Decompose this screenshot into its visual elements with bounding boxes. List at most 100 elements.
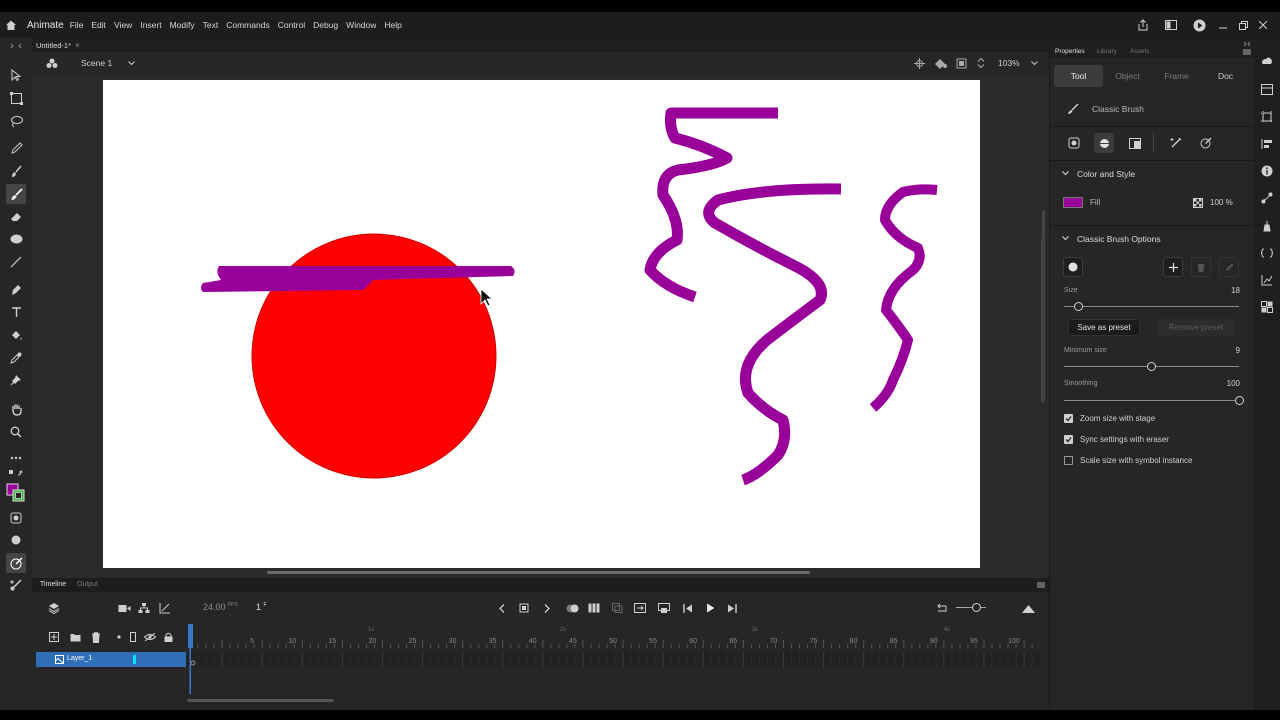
insert-keyframe-icon[interactable]	[517, 600, 531, 616]
color-swatches[interactable]	[6, 483, 26, 503]
sync-eraser-checkbox[interactable]	[1064, 435, 1073, 444]
timeline-scrollbar[interactable]	[187, 699, 334, 702]
info-icon[interactable]	[1258, 162, 1276, 180]
highlight-layer-icon[interactable]	[114, 631, 124, 643]
zoom-dropdown-icon[interactable]	[1030, 59, 1039, 68]
loop-icon[interactable]	[656, 600, 672, 616]
layers-icon[interactable]	[46, 600, 62, 616]
close-tab-icon[interactable]: ×	[75, 41, 80, 50]
brush-options-icon[interactable]	[6, 575, 26, 595]
min-size-value[interactable]: 9	[1200, 346, 1240, 355]
chevron-down-icon[interactable]	[127, 59, 136, 68]
frame-rate[interactable]: 24.00 FPS	[203, 602, 238, 612]
library-icon[interactable]	[1258, 80, 1276, 98]
home-icon[interactable]	[0, 12, 22, 38]
menu-window[interactable]: Window	[346, 20, 376, 30]
frame-ruler[interactable]: 5 10 15 20 25 30 35 40 45 50 55 60 65 70 75 80 85 90 95 100…	[188, 624, 1041, 648]
mountain-zoom-icon[interactable]	[1020, 600, 1036, 616]
fill-alpha[interactable]: 100 %	[1210, 198, 1252, 207]
parenting-icon[interactable]	[136, 600, 152, 616]
panel-collapse-icon[interactable]	[6, 39, 26, 53]
document-tab[interactable]: Untitled-1* ×	[36, 39, 80, 52]
brush-options-header[interactable]: Classic Brush Options	[1077, 234, 1161, 244]
save-preset-button[interactable]: Save as preset	[1068, 319, 1140, 336]
new-folder-icon[interactable]	[69, 631, 81, 643]
outline-layer-icon[interactable]	[128, 631, 138, 643]
next-keyframe-icon[interactable]	[540, 600, 554, 616]
brush-mode-icon[interactable]	[6, 553, 26, 573]
text-tool-icon[interactable]	[6, 302, 26, 322]
scale-size-checkbox[interactable]	[1064, 456, 1073, 465]
frame-options-icon[interactable]	[609, 600, 625, 616]
subtab-frame[interactable]: Frame	[1152, 65, 1201, 87]
smoothing-slider-knob[interactable]	[1234, 396, 1244, 405]
menu-modify[interactable]: Modify	[170, 20, 195, 30]
size-slider-knob[interactable]	[1073, 302, 1083, 311]
brush-shape-dropdown[interactable]	[1063, 257, 1083, 277]
onion-skin-icon[interactable]	[564, 600, 580, 616]
panel-scrollbar[interactable]	[1041, 238, 1044, 403]
brush-shape-icon[interactable]	[6, 530, 26, 550]
timeline-zoom-knob[interactable]	[972, 603, 981, 612]
selection-tool-icon[interactable]	[6, 65, 26, 85]
close-icon[interactable]	[1258, 16, 1268, 34]
edit-symbols-icon[interactable]	[933, 57, 947, 69]
tab-library[interactable]: Library	[1097, 48, 1117, 55]
menu-insert[interactable]: Insert	[140, 20, 161, 30]
transform-icon[interactable]	[1258, 108, 1276, 126]
pencil-tool-icon[interactable]	[6, 138, 26, 158]
delete-brush-shape-button[interactable]	[1191, 257, 1211, 277]
test-movie-icon[interactable]	[1190, 16, 1208, 34]
subtab-object[interactable]: Object	[1103, 65, 1152, 87]
frame-track[interactable]	[188, 652, 1041, 667]
delete-layer-icon[interactable]	[90, 631, 102, 643]
zoom-stepper-icon[interactable]	[975, 56, 987, 70]
line-tool-icon[interactable]	[6, 252, 26, 272]
create-tween-icon[interactable]	[632, 600, 648, 616]
tab-output[interactable]: Output	[77, 581, 98, 588]
previous-keyframe-icon[interactable]	[495, 600, 509, 616]
scene-name[interactable]: Scene 1	[81, 58, 112, 68]
share-icon[interactable]	[1134, 16, 1152, 34]
fill-color-swatch[interactable]	[1063, 197, 1083, 208]
lock-layer-icon[interactable]	[162, 631, 174, 643]
menu-commands[interactable]: Commands	[226, 20, 269, 30]
restore-icon[interactable]	[1238, 16, 1248, 34]
color-style-header[interactable]: Color and Style	[1077, 169, 1135, 179]
paint-brush-tool-icon[interactable]	[6, 161, 26, 181]
lock-fill-icon[interactable]	[1127, 135, 1143, 151]
brush-mode-normal-icon[interactable]	[1094, 133, 1114, 153]
paint-bucket-tool-icon[interactable]	[6, 325, 26, 345]
center-stage-icon[interactable]	[913, 57, 925, 69]
scene-icon[interactable]	[45, 56, 59, 70]
subtab-tool[interactable]: Tool	[1054, 65, 1103, 87]
code-snippets-icon[interactable]	[1258, 244, 1276, 262]
tab-timeline[interactable]: Timeline	[40, 581, 66, 588]
zoom-tool-icon[interactable]	[6, 422, 26, 442]
smoothing-slider[interactable]	[1064, 400, 1239, 401]
edit-multiple-frames-icon[interactable]	[586, 600, 602, 616]
tab-properties[interactable]: Properties	[1055, 48, 1085, 55]
tab-assets[interactable]: Assets	[1130, 48, 1150, 55]
layer-name[interactable]: Layer_1	[67, 655, 92, 662]
pin-tool-icon[interactable]	[6, 370, 26, 390]
menu-debug[interactable]: Debug	[313, 20, 338, 30]
step-back-icon[interactable]	[680, 600, 696, 616]
stage[interactable]	[103, 80, 980, 568]
layer-row[interactable]: Layer_1	[36, 652, 186, 667]
eraser-tool-icon[interactable]	[6, 206, 26, 226]
size-value[interactable]: 18	[1200, 286, 1240, 295]
menu-text[interactable]: Text	[203, 20, 219, 30]
menu-control[interactable]: Control	[278, 20, 305, 30]
size-slider[interactable]	[1064, 306, 1239, 307]
remove-preset-button[interactable]: Remove preset	[1158, 319, 1234, 336]
free-transform-tool-icon[interactable]	[6, 88, 26, 108]
lasso-tool-icon[interactable]	[6, 111, 26, 131]
oval-tool-icon[interactable]	[6, 229, 26, 249]
menu-edit[interactable]: Edit	[91, 20, 106, 30]
object-drawing-icon[interactable]	[6, 508, 26, 528]
edit-brush-shape-button[interactable]	[1219, 257, 1239, 277]
panel-menu-icon[interactable]	[1036, 581, 1046, 589]
smoothing-value[interactable]: 100	[1200, 379, 1240, 388]
hide-layer-icon[interactable]	[144, 631, 156, 643]
